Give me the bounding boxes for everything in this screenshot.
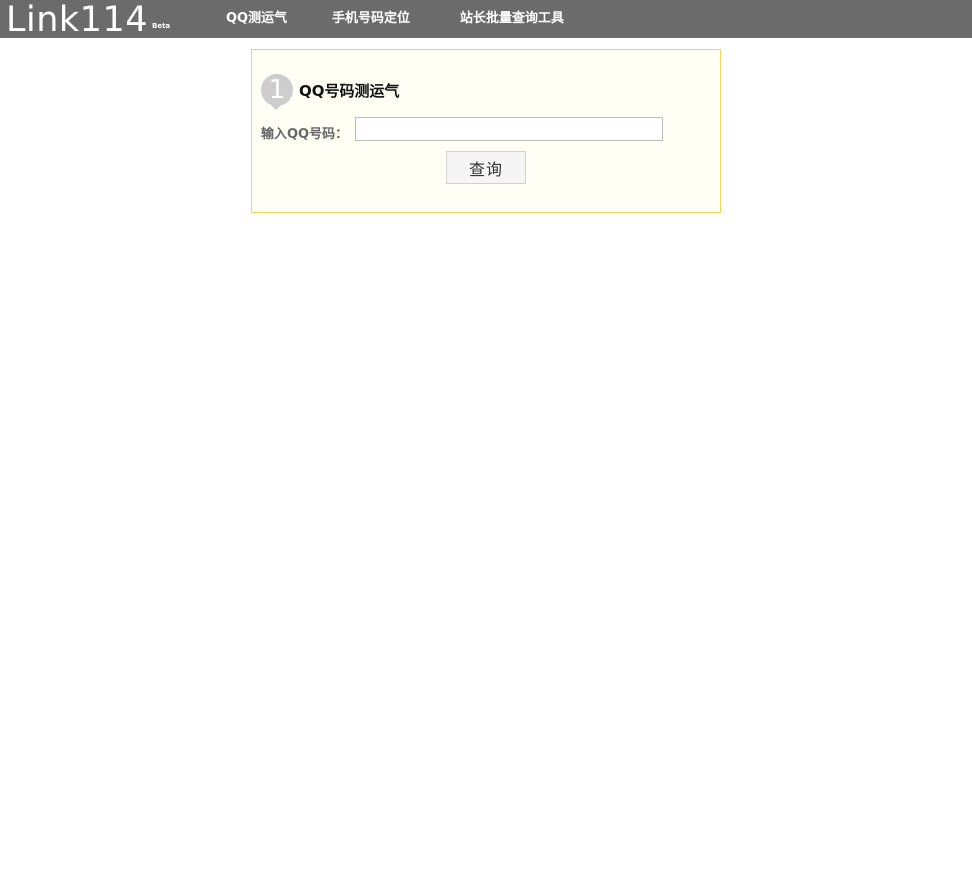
site-logo[interactable]: Link114 <box>6 1 148 39</box>
nav-item-webmaster-tools[interactable]: 站长批量查询工具 <box>460 0 564 38</box>
nav-item-phone-location[interactable]: 手机号码定位 <box>332 0 410 38</box>
qq-luck-panel: 1 QQ号码测运气 输入QQ号码： 查询 <box>251 49 721 213</box>
panel-title: QQ号码测运气 <box>299 82 400 100</box>
nav-item-qq-luck[interactable]: QQ测运气 <box>226 0 287 38</box>
top-navigation-bar: Link114 Beta QQ测运气 手机号码定位 站长批量查询工具 <box>0 0 972 39</box>
query-button[interactable]: 查询 <box>446 151 526 184</box>
step-number-badge: 1 <box>261 74 293 110</box>
qq-number-label: 输入QQ号码： <box>261 127 349 142</box>
qq-number-input[interactable] <box>355 117 663 141</box>
beta-badge: Beta <box>152 22 171 30</box>
